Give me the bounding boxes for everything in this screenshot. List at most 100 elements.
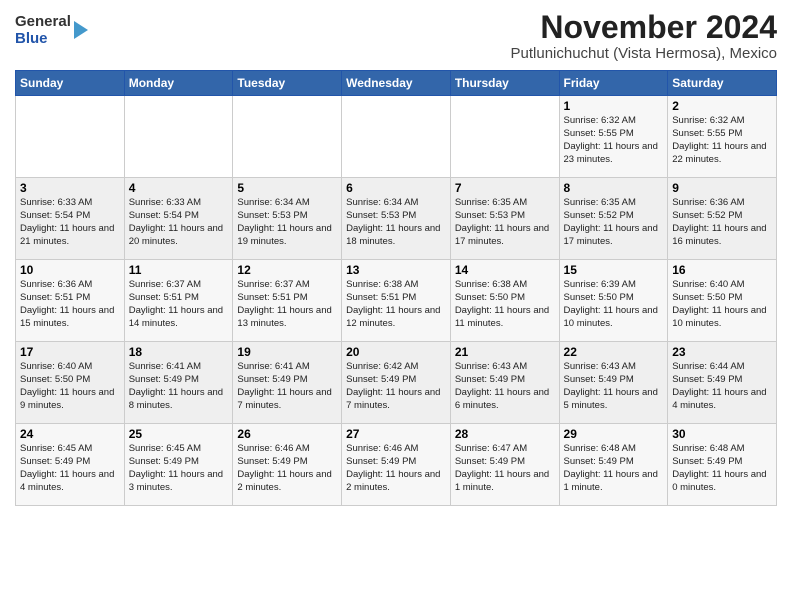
- calendar-cell: 3 Sunrise: 6:33 AM Sunset: 5:54 PM Daylig…: [16, 178, 125, 260]
- day-info: Sunrise: 6:44 AM Sunset: 5:49 PM Dayligh…: [672, 361, 772, 412]
- calendar-week-row: 17 Sunrise: 6:40 AM Sunset: 5:50 PM Dayli…: [16, 342, 777, 424]
- calendar-week-row: 24 Sunrise: 6:45 AM Sunset: 5:49 PM Dayli…: [16, 424, 777, 506]
- day-number: 8: [564, 181, 664, 195]
- day-number: 24: [20, 427, 120, 441]
- calendar-cell: 25 Sunrise: 6:45 AM Sunset: 5:49 PM Dayli…: [124, 424, 233, 506]
- day-info: Sunrise: 6:42 AM Sunset: 5:49 PM Dayligh…: [346, 361, 446, 412]
- day-info: Sunrise: 6:41 AM Sunset: 5:49 PM Dayligh…: [237, 361, 337, 412]
- calendar-cell: 27Sunrise: 6:46 AM Sunset: 5:49 PM Dayli…: [342, 424, 451, 506]
- day-number: 3: [20, 181, 120, 195]
- day-number: 27: [346, 427, 446, 441]
- calendar-cell: 21Sunrise: 6:43 AM Sunset: 5:49 PM Dayli…: [450, 342, 559, 424]
- day-number: 17: [20, 345, 120, 359]
- day-info: Sunrise: 6:48 AM Sunset: 5:49 PM Dayligh…: [564, 443, 664, 494]
- weekday-header-saturday: Saturday: [668, 71, 777, 96]
- calendar-cell: [450, 96, 559, 178]
- day-number: 6: [346, 181, 446, 195]
- calendar-week-row: 3 Sunrise: 6:33 AM Sunset: 5:54 PM Daylig…: [16, 178, 777, 260]
- calendar-cell: 12 Sunrise: 6:37 AM Sunset: 5:51 PM Dayli…: [233, 260, 342, 342]
- calendar-cell: 20 Sunrise: 6:42 AM Sunset: 5:49 PM Dayli…: [342, 342, 451, 424]
- day-info: Sunrise: 6:33 AM Sunset: 5:54 PM Dayligh…: [129, 197, 229, 248]
- day-number: 23: [672, 345, 772, 359]
- calendar-cell: 1 Sunrise: 6:32 AM Sunset: 5:55 PM Daylig…: [559, 96, 668, 178]
- day-info: Sunrise: 6:34 AM Sunset: 5:53 PM Dayligh…: [346, 197, 446, 248]
- calendar-cell: 26Sunrise: 6:46 AM Sunset: 5:49 PM Dayli…: [233, 424, 342, 506]
- calendar-cell: 4 Sunrise: 6:33 AM Sunset: 5:54 PM Daylig…: [124, 178, 233, 260]
- calendar-cell: 24Sunrise: 6:45 AM Sunset: 5:49 PM Dayli…: [16, 424, 125, 506]
- day-info: Sunrise: 6:40 AM Sunset: 5:50 PM Dayligh…: [672, 279, 772, 330]
- weekday-header-sunday: Sunday: [16, 71, 125, 96]
- day-number: 4: [129, 181, 229, 195]
- calendar-cell: 15Sunrise: 6:39 AM Sunset: 5:50 PM Dayli…: [559, 260, 668, 342]
- calendar-cell: 13Sunrise: 6:38 AM Sunset: 5:51 PM Dayli…: [342, 260, 451, 342]
- calendar-cell: 14Sunrise: 6:38 AM Sunset: 5:50 PM Dayli…: [450, 260, 559, 342]
- day-info: Sunrise: 6:35 AM Sunset: 5:53 PM Dayligh…: [455, 197, 555, 248]
- day-info: Sunrise: 6:47 AM Sunset: 5:49 PM Dayligh…: [455, 443, 555, 494]
- calendar-cell: 6 Sunrise: 6:34 AM Sunset: 5:53 PM Daylig…: [342, 178, 451, 260]
- day-info: Sunrise: 6:40 AM Sunset: 5:50 PM Dayligh…: [20, 361, 120, 412]
- day-info: Sunrise: 6:45 AM Sunset: 5:49 PM Dayligh…: [129, 443, 229, 494]
- day-number: 28: [455, 427, 555, 441]
- day-info: Sunrise: 6:41 AM Sunset: 5:49 PM Dayligh…: [129, 361, 229, 412]
- header: General Blue November 2024 Putlunichuchu…: [15, 10, 777, 62]
- day-number: 20: [346, 345, 446, 359]
- calendar-cell: 11 Sunrise: 6:37 AM Sunset: 5:51 PM Dayli…: [124, 260, 233, 342]
- day-number: 30: [672, 427, 772, 441]
- calendar-cell: 8 Sunrise: 6:35 AM Sunset: 5:52 PM Daylig…: [559, 178, 668, 260]
- day-info: Sunrise: 6:35 AM Sunset: 5:52 PM Dayligh…: [564, 197, 664, 248]
- day-info: Sunrise: 6:33 AM Sunset: 5:54 PM Dayligh…: [20, 197, 120, 248]
- calendar-week-row: 1 Sunrise: 6:32 AM Sunset: 5:55 PM Daylig…: [16, 96, 777, 178]
- logo: General Blue: [15, 14, 88, 47]
- weekday-header-tuesday: Tuesday: [233, 71, 342, 96]
- calendar-cell: 22Sunrise: 6:43 AM Sunset: 5:49 PM Dayli…: [559, 342, 668, 424]
- day-info: Sunrise: 6:38 AM Sunset: 5:51 PM Dayligh…: [346, 279, 446, 330]
- day-info: Sunrise: 6:38 AM Sunset: 5:50 PM Dayligh…: [455, 279, 555, 330]
- day-number: 5: [237, 181, 337, 195]
- day-info: Sunrise: 6:32 AM Sunset: 5:55 PM Dayligh…: [564, 115, 664, 166]
- day-number: 19: [237, 345, 337, 359]
- day-info: Sunrise: 6:36 AM Sunset: 5:51 PM Dayligh…: [20, 279, 120, 330]
- calendar-cell: 18 Sunrise: 6:41 AM Sunset: 5:49 PM Dayli…: [124, 342, 233, 424]
- calendar-cell: 7Sunrise: 6:35 AM Sunset: 5:53 PM Daylig…: [450, 178, 559, 260]
- day-number: 25: [129, 427, 229, 441]
- calendar-cell: 9 Sunrise: 6:36 AM Sunset: 5:52 PM Daylig…: [668, 178, 777, 260]
- day-info: Sunrise: 6:46 AM Sunset: 5:49 PM Dayligh…: [237, 443, 337, 494]
- logo-blue: Blue: [15, 31, 71, 48]
- logo-general: General: [15, 14, 71, 31]
- calendar: SundayMondayTuesdayWednesdayThursdayFrid…: [15, 70, 777, 506]
- calendar-cell: 30 Sunrise: 6:48 AM Sunset: 5:49 PM Dayli…: [668, 424, 777, 506]
- logo-arrow-icon: [74, 21, 88, 39]
- day-number: 11: [129, 263, 229, 277]
- weekday-header-thursday: Thursday: [450, 71, 559, 96]
- month-title: November 2024: [511, 10, 778, 45]
- weekday-row: SundayMondayTuesdayWednesdayThursdayFrid…: [16, 71, 777, 96]
- calendar-cell: 16 Sunrise: 6:40 AM Sunset: 5:50 PM Dayli…: [668, 260, 777, 342]
- day-number: 2: [672, 99, 772, 113]
- weekday-header-wednesday: Wednesday: [342, 71, 451, 96]
- calendar-cell: 23 Sunrise: 6:44 AM Sunset: 5:49 PM Dayli…: [668, 342, 777, 424]
- day-number: 16: [672, 263, 772, 277]
- title-block: November 2024 Putlunichuchut (Vista Herm…: [511, 10, 778, 62]
- day-number: 9: [672, 181, 772, 195]
- day-info: Sunrise: 6:43 AM Sunset: 5:49 PM Dayligh…: [564, 361, 664, 412]
- day-info: Sunrise: 6:48 AM Sunset: 5:49 PM Dayligh…: [672, 443, 772, 494]
- day-number: 12: [237, 263, 337, 277]
- day-info: Sunrise: 6:37 AM Sunset: 5:51 PM Dayligh…: [237, 279, 337, 330]
- day-info: Sunrise: 6:39 AM Sunset: 5:50 PM Dayligh…: [564, 279, 664, 330]
- weekday-header-monday: Monday: [124, 71, 233, 96]
- day-info: Sunrise: 6:37 AM Sunset: 5:51 PM Dayligh…: [129, 279, 229, 330]
- day-number: 29: [564, 427, 664, 441]
- logo-text: General Blue: [15, 14, 71, 47]
- day-number: 1: [564, 99, 664, 113]
- calendar-cell: 2Sunrise: 6:32 AM Sunset: 5:55 PM Daylig…: [668, 96, 777, 178]
- calendar-cell: [124, 96, 233, 178]
- location-subtitle: Putlunichuchut (Vista Hermosa), Mexico: [511, 45, 778, 62]
- calendar-cell: 5 Sunrise: 6:34 AM Sunset: 5:53 PM Daylig…: [233, 178, 342, 260]
- day-info: Sunrise: 6:43 AM Sunset: 5:49 PM Dayligh…: [455, 361, 555, 412]
- day-info: Sunrise: 6:34 AM Sunset: 5:53 PM Dayligh…: [237, 197, 337, 248]
- calendar-cell: 19 Sunrise: 6:41 AM Sunset: 5:49 PM Dayli…: [233, 342, 342, 424]
- calendar-body: 1 Sunrise: 6:32 AM Sunset: 5:55 PM Daylig…: [16, 96, 777, 506]
- day-info: Sunrise: 6:36 AM Sunset: 5:52 PM Dayligh…: [672, 197, 772, 248]
- day-number: 18: [129, 345, 229, 359]
- day-number: 10: [20, 263, 120, 277]
